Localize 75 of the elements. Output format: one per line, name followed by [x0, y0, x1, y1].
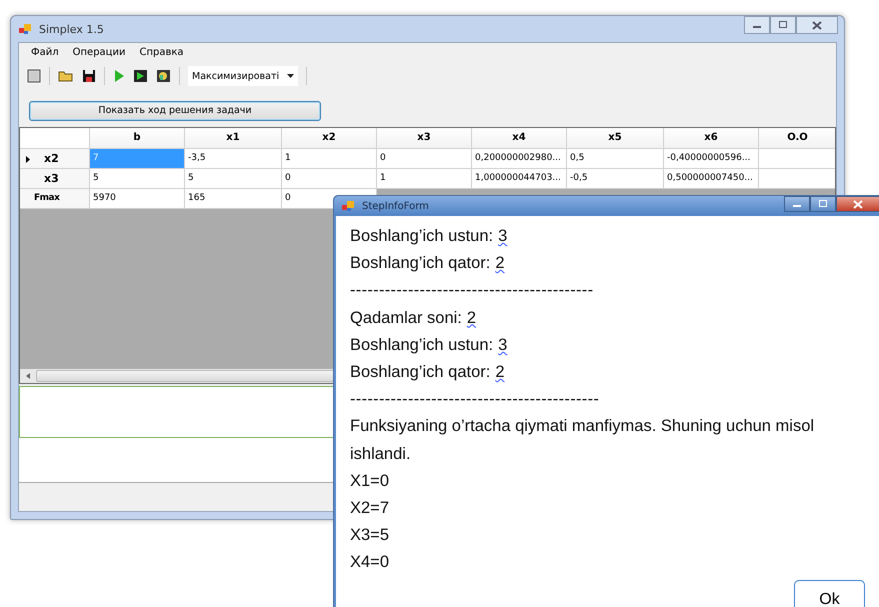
close-icon [812, 20, 822, 30]
table-cell[interactable]: 0 [282, 168, 377, 188]
step-icon[interactable] [133, 69, 148, 83]
corner-header [20, 128, 90, 148]
maximize-button[interactable] [770, 16, 796, 34]
info-text: X1=0 [350, 472, 389, 490]
table-cell[interactable]: 165 [185, 188, 282, 208]
info-text: X3=5 [350, 526, 389, 544]
ok-button[interactable]: Ok [794, 580, 865, 607]
maximize-icon [778, 21, 788, 29]
info-value: 3 [498, 227, 508, 245]
table-cell[interactable]: -0,40000000596... [664, 148, 759, 168]
table-cell[interactable]: 5 [185, 168, 282, 188]
scroll-left-icon[interactable] [26, 372, 30, 378]
dashed-separator: ------------------------------------------ [350, 281, 594, 300]
maximize-button[interactable] [810, 196, 836, 212]
minimize-button[interactable] [784, 196, 810, 212]
show-solution-button[interactable]: Показать ход решения задачи [29, 100, 321, 120]
table-cell[interactable]: 1 [282, 148, 377, 168]
table-cell[interactable]: 0,200000002980... [472, 148, 567, 168]
table-cell[interactable]: 0 [377, 148, 472, 168]
close-icon [853, 200, 863, 208]
info-text: X4=0 [350, 553, 389, 572]
close-button[interactable] [796, 16, 838, 34]
row-label: x3 [44, 172, 59, 184]
column-header[interactable]: x1 [185, 128, 282, 148]
column-header[interactable]: x4 [472, 128, 567, 148]
info-value: 3 [498, 336, 508, 354]
info-value: 2 [495, 363, 505, 382]
folder-icon[interactable] [58, 69, 74, 83]
table-cell[interactable]: 0,500000007450... [664, 168, 759, 188]
column-header[interactable]: x5 [567, 128, 664, 148]
info-label: Qadamlar soni: [350, 308, 462, 327]
column-header[interactable]: x2 [282, 128, 377, 148]
column-header[interactable]: x3 [377, 128, 472, 148]
info-text: Funksiyaning o’rtacha qiymati manfiymas. Shuning uchun misol ishlandi. [350, 417, 814, 463]
table-cell[interactable]: -0,5 [567, 168, 664, 188]
table-cell[interactable]: 5 [90, 168, 185, 188]
table-cell[interactable]: 5970 [90, 188, 185, 208]
table-cell[interactable] [759, 148, 835, 168]
column-header[interactable]: x6 [664, 128, 759, 148]
row-header[interactable]: Fmax [20, 188, 90, 208]
info-label: Boshlang’ich ustun: [350, 227, 494, 245]
table-cell[interactable]: -3,5 [185, 148, 282, 168]
app-icon [342, 200, 356, 212]
row-header[interactable]: x3 [20, 168, 90, 188]
row-header[interactable]: x2 [20, 148, 90, 168]
row-label: x2 [44, 152, 59, 164]
save-icon[interactable] [82, 69, 96, 83]
mode-dropdown[interactable]: Максимизироваті [188, 66, 298, 86]
table-cell[interactable]: 1 [377, 168, 472, 188]
window-title: Simplex 1.5 [39, 22, 104, 36]
maximize-icon [818, 200, 828, 208]
menu-item[interactable]: Файл [27, 47, 63, 58]
table-cell[interactable]: 1,000000044703... [472, 168, 567, 188]
info-text: X2=7 [350, 499, 389, 518]
close-button[interactable] [836, 196, 879, 212]
dashed-separator: ------------------------------------------- [350, 390, 600, 408]
info-value: 2 [495, 254, 505, 272]
chart-icon[interactable] [156, 69, 171, 83]
app-icon [19, 23, 33, 35]
info-label: Boshlang’ich qator: [350, 254, 490, 272]
info-label: Boshlang’ich qator: [350, 363, 490, 382]
new-icon[interactable] [27, 69, 41, 83]
row-label: Fmax [34, 193, 60, 203]
menu-item[interactable]: Справка [135, 47, 188, 58]
column-header[interactable]: b [90, 128, 185, 148]
info-label: Boshlang’ich ustun: [350, 336, 494, 354]
column-header[interactable]: O.O [759, 128, 835, 148]
table-cell[interactable] [759, 168, 835, 188]
table-cell[interactable]: 0,5 [567, 148, 664, 168]
caret-icon [287, 74, 294, 78]
menu-item[interactable]: Операции [68, 47, 130, 58]
info-value: 2 [466, 308, 476, 327]
minimize-button[interactable] [744, 16, 770, 34]
